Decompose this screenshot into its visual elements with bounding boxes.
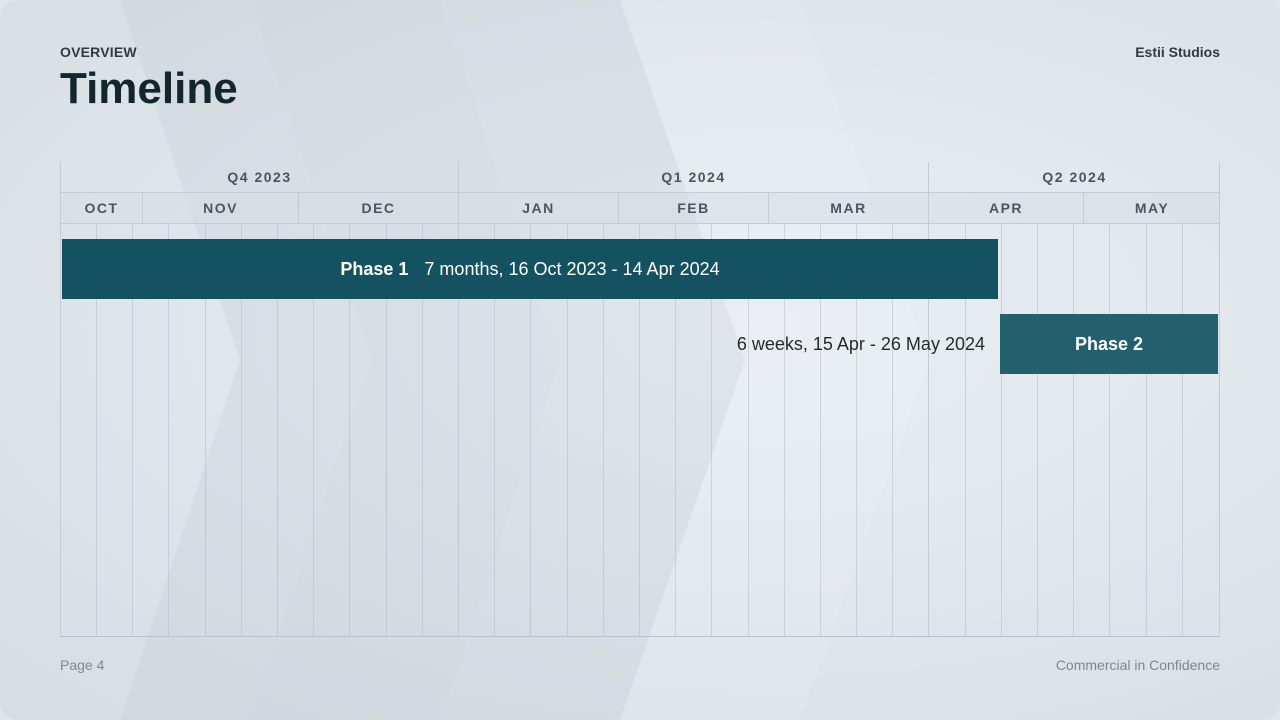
- section-label: OVERVIEW: [60, 44, 137, 60]
- phase-2-detail: 6 weeks, 15 Apr - 26 May 2024: [736, 333, 985, 354]
- quarter-header: Q2 2024: [928, 162, 1220, 192]
- month-header: NOV: [142, 192, 298, 224]
- quarter-header: Q4 2023: [60, 162, 458, 192]
- page-number: Page 4: [60, 657, 105, 673]
- month-header: JAN: [458, 192, 618, 224]
- phase-1-detail: 7 months, 16 Oct 2023 - 14 Apr 2024: [424, 258, 720, 279]
- phase-1-name: Phase 1: [340, 258, 409, 279]
- page-title: Timeline: [60, 64, 238, 113]
- confidentiality-note: Commercial in Confidence: [1055, 657, 1220, 673]
- phase-1-bar[interactable]: Phase 1 7 months, 16 Oct 2023 - 14 Apr 2…: [62, 239, 998, 299]
- month-header: FEB: [618, 192, 768, 224]
- month-header: APR: [928, 192, 1083, 224]
- brand-name: Estii Studios: [1135, 44, 1220, 60]
- month-header: DEC: [298, 192, 458, 224]
- quarter-header: Q1 2024: [458, 162, 928, 192]
- phase-2-name: Phase 2: [1074, 333, 1144, 354]
- month-header-row: OCT NOV DEC JAN FEB MAR APR MAY: [60, 192, 1220, 224]
- phase-2-bar[interactable]: Phase 2: [1000, 314, 1218, 374]
- timeline-chart: Q4 2023 Q1 2024 Q2 2024 OCT NOV DEC JAN …: [60, 162, 1220, 637]
- month-header: OCT: [60, 192, 142, 224]
- month-header: MAY: [1083, 192, 1220, 224]
- quarter-header-row: Q4 2023 Q1 2024 Q2 2024: [60, 162, 1220, 192]
- month-header: MAR: [768, 192, 928, 224]
